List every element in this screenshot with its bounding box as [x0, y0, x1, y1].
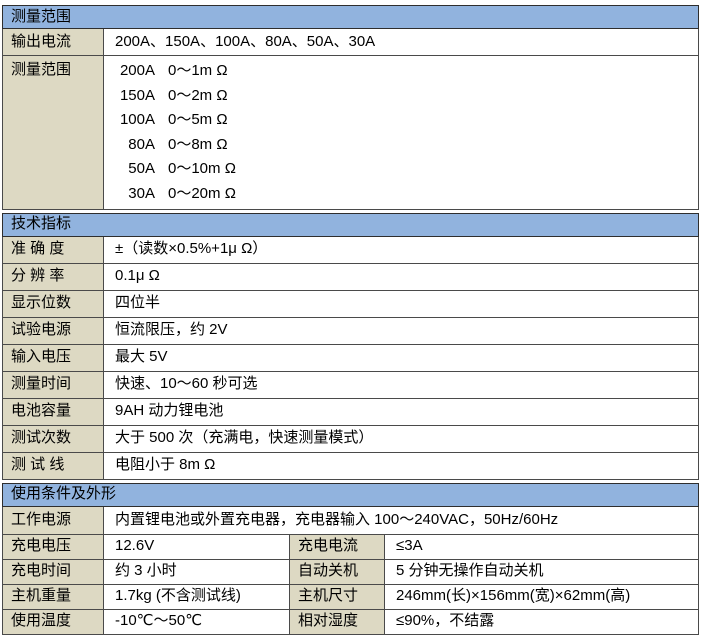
- spec-value-auto-shutdown: 5 分钟无操作自动关机: [385, 559, 699, 584]
- spec-label-test-count: 测试次数: [3, 425, 104, 452]
- table-row: 主机重量 1.7kg (不含测试线) 主机尺寸 246mm(长)×156mm(宽…: [3, 584, 699, 609]
- section-header-usage-conditions: 使用条件及外形: [3, 483, 699, 506]
- table-row: 充电时间 约 3 小时 自动关机 5 分钟无操作自动关机: [3, 559, 699, 584]
- table-row: 工作电源 内置锂电池或外置充电器，充电器输入 100～240VAC，50Hz/6…: [3, 506, 699, 534]
- table-row: 电池容量 9AH 动力锂电池: [3, 398, 699, 425]
- range-line: 80A 0～8m Ω: [115, 133, 698, 158]
- spec-label-charge-current: 充电电流: [290, 534, 385, 559]
- section-header-measurement-range: 测量范围: [3, 6, 699, 29]
- range-current: 150A: [115, 84, 155, 109]
- spec-value-resolution: 0.1μ Ω: [104, 263, 699, 290]
- spec-label-display-digits: 显示位数: [3, 290, 104, 317]
- range-current: 200A: [115, 59, 155, 84]
- spec-value-charge-current: ≤3A: [385, 534, 699, 559]
- spec-value-charge-voltage: 12.6V: [104, 534, 290, 559]
- spec-value-accuracy: ±（读数×0.5%+1μ Ω）: [104, 236, 699, 263]
- spec-value-charge-time: 约 3 小时: [104, 559, 290, 584]
- spec-label-input-voltage: 输入电压: [3, 344, 104, 371]
- table-row: 输入电压 最大 5V: [3, 344, 699, 371]
- range-current: 80A: [115, 133, 155, 158]
- spec-label-relative-humidity: 相对湿度: [290, 609, 385, 634]
- table-row: 测 试 线 电阻小于 8m Ω: [3, 452, 699, 479]
- range-value: 0～5m Ω: [168, 111, 228, 128]
- table-row: 测试次数 大于 500 次（充满电，快速测量模式）: [3, 425, 699, 452]
- range-line: 100A 0～5m Ω: [115, 108, 698, 133]
- table-row: 测量时间 快速、10～60 秒可选: [3, 371, 699, 398]
- spec-label-auto-shutdown: 自动关机: [290, 559, 385, 584]
- spec-value-host-size: 246mm(长)×156mm(宽)×62mm(高): [385, 584, 699, 609]
- spec-label-range: 测量范围: [3, 56, 104, 210]
- spec-value-host-weight: 1.7kg (不含测试线): [104, 584, 290, 609]
- table-row: 显示位数 四位半: [3, 290, 699, 317]
- spec-label-test-lead: 测 试 线: [3, 452, 104, 479]
- spec-value-output-current: 200A、150A、100A、80A、50A、30A: [104, 29, 699, 56]
- spec-value-test-power: 恒流限压，约 2V: [104, 317, 699, 344]
- spec-value-range-list: 200A 0～1m Ω 150A 0～2m Ω 100A 0～5m Ω 80A 0～8m…: [104, 56, 699, 210]
- table-row: 使用温度 -10℃～50℃ 相对湿度 ≤90%，不结露: [3, 609, 699, 634]
- spec-value-input-voltage: 最大 5V: [104, 344, 699, 371]
- section-header-row: 使用条件及外形: [3, 483, 699, 506]
- spec-value-display-digits: 四位半: [104, 290, 699, 317]
- spec-value-test-count: 大于 500 次（充满电，快速测量模式）: [104, 425, 699, 452]
- range-line: 150A 0～2m Ω: [115, 84, 698, 109]
- spec-label-resolution: 分 辨 率: [3, 263, 104, 290]
- range-value: 0～1m Ω: [168, 62, 228, 79]
- spec-value-working-power: 内置锂电池或外置充电器，充电器输入 100～240VAC，50Hz/60Hz: [104, 506, 699, 534]
- section-header-technical-spec: 技术指标: [3, 213, 699, 236]
- table-row: 测量范围 200A 0～1m Ω 150A 0～2m Ω 100A 0～5m Ω 80…: [3, 56, 699, 210]
- spec-value-test-lead: 电阻小于 8m Ω: [104, 452, 699, 479]
- range-value: 0～2m Ω: [168, 87, 228, 104]
- spec-label-charge-time: 充电时间: [3, 559, 104, 584]
- spec-label-host-size: 主机尺寸: [290, 584, 385, 609]
- measurement-range-section: 测量范围 输出电流 200A、150A、100A、80A、50A、30A 测量范…: [2, 5, 699, 210]
- range-line: 50A 0～10m Ω: [115, 157, 698, 182]
- table-row: 充电电压 12.6V 充电电流 ≤3A: [3, 534, 699, 559]
- spec-label-host-weight: 主机重量: [3, 584, 104, 609]
- spec-label-accuracy: 准 确 度: [3, 236, 104, 263]
- table-row: 输出电流 200A、150A、100A、80A、50A、30A: [3, 29, 699, 56]
- section-header-row: 测量范围: [3, 6, 699, 29]
- spec-document: 测量范围 输出电流 200A、150A、100A、80A、50A、30A 测量范…: [0, 0, 702, 635]
- range-line: 30A 0～20m Ω: [115, 182, 698, 207]
- spec-value-battery-capacity: 9AH 动力锂电池: [104, 398, 699, 425]
- table-row: 试验电源 恒流限压，约 2V: [3, 317, 699, 344]
- spec-label-working-power: 工作电源: [3, 506, 104, 534]
- spec-label-charge-voltage: 充电电压: [3, 534, 104, 559]
- spec-label-test-power: 试验电源: [3, 317, 104, 344]
- spec-label-battery-capacity: 电池容量: [3, 398, 104, 425]
- spec-label-operating-temperature: 使用温度: [3, 609, 104, 634]
- range-current: 30A: [115, 182, 155, 207]
- table-row: 准 确 度 ±（读数×0.5%+1μ Ω）: [3, 236, 699, 263]
- spec-value-relative-humidity: ≤90%，不结露: [385, 609, 699, 634]
- range-current: 100A: [115, 108, 155, 133]
- usage-conditions-section: 使用条件及外形 工作电源 内置锂电池或外置充电器，充电器输入 100～240VA…: [2, 483, 699, 635]
- spec-value-measure-time: 快速、10～60 秒可选: [104, 371, 699, 398]
- range-line: 200A 0～1m Ω: [115, 59, 698, 84]
- range-current: 50A: [115, 157, 155, 182]
- section-header-row: 技术指标: [3, 213, 699, 236]
- table-row: 分 辨 率 0.1μ Ω: [3, 263, 699, 290]
- technical-spec-section: 技术指标 准 确 度 ±（读数×0.5%+1μ Ω） 分 辨 率 0.1μ Ω …: [2, 213, 699, 480]
- range-value: 0～20m Ω: [168, 185, 236, 202]
- spec-label-measure-time: 测量时间: [3, 371, 104, 398]
- range-value: 0～10m Ω: [168, 160, 236, 177]
- spec-value-operating-temperature: -10℃～50℃: [104, 609, 290, 634]
- range-value: 0～8m Ω: [168, 136, 228, 153]
- spec-label-output-current: 输出电流: [3, 29, 104, 56]
